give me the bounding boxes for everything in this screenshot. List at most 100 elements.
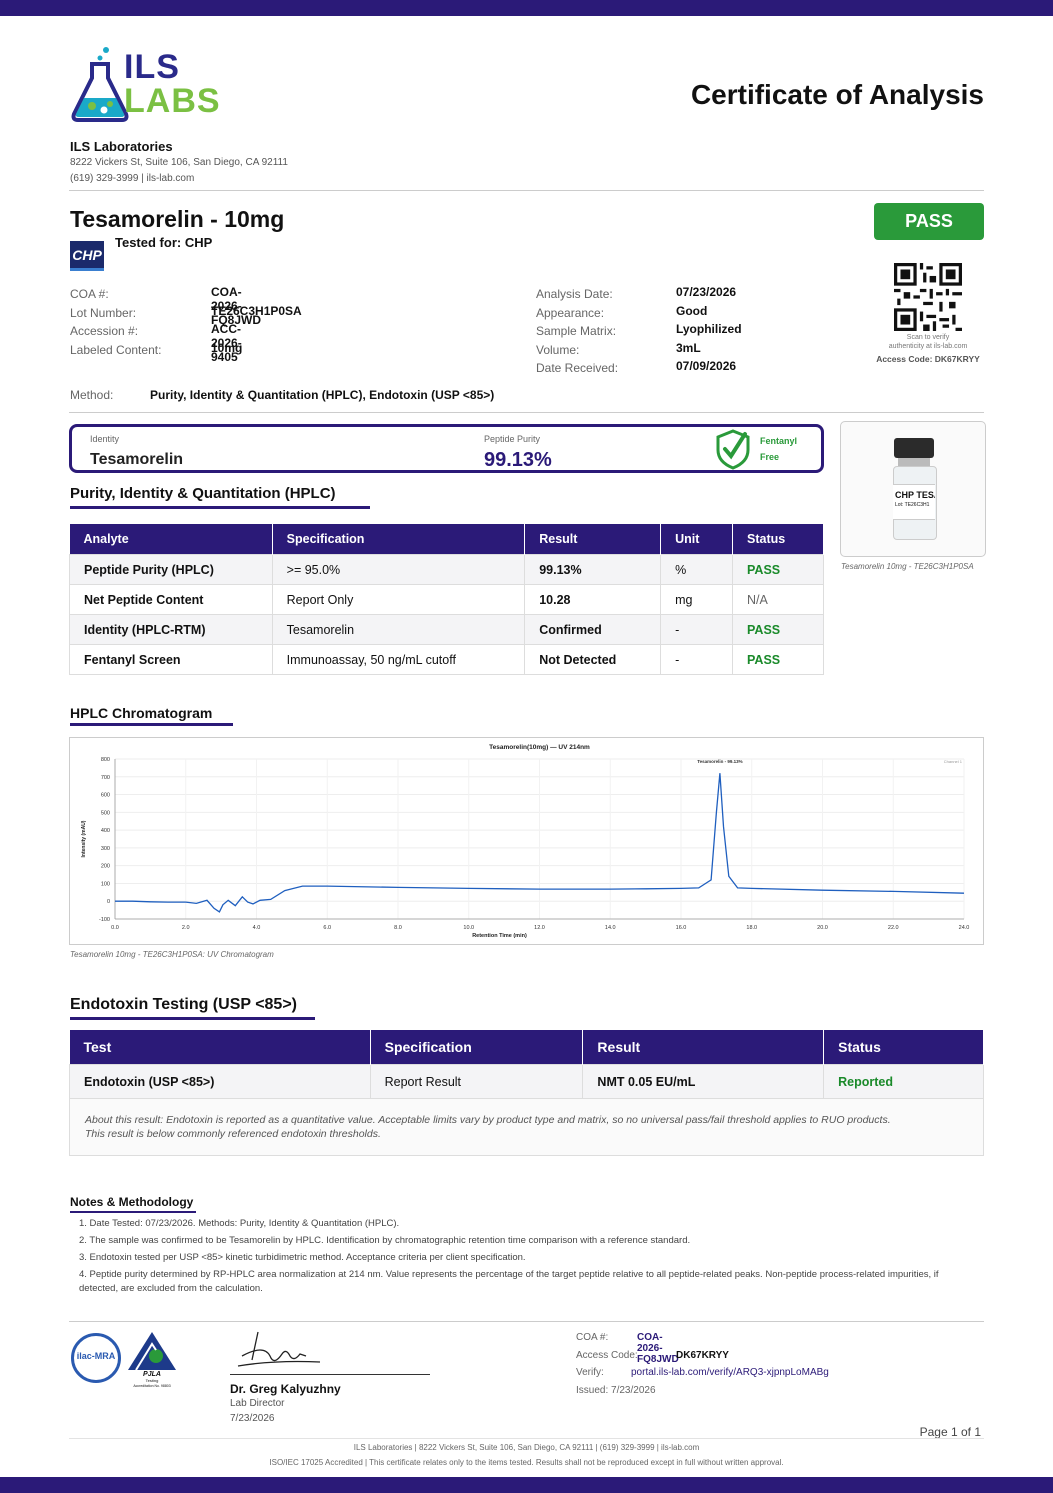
y-tick-label: 0 [107, 899, 110, 905]
x-tick-label: 24.0 [959, 925, 970, 931]
cell-status: N/A [732, 584, 824, 615]
legend-label: Channel 1 [944, 759, 963, 764]
fentanyl-label-2: Free [760, 452, 780, 462]
status-badge: PASS [874, 203, 984, 240]
fentanyl-label-1: Fentanyl [760, 436, 798, 446]
ilac-text: ilac-MRA [76, 1351, 116, 1361]
x-tick-label: 6.0 [323, 925, 331, 931]
qr-caption-2: authenticity at ils-lab.com [888, 343, 968, 350]
note-item: detected, are excluded from the calculat… [79, 1283, 263, 1294]
verify-url-label: Verify: [576, 1367, 604, 1378]
cell-status: PASS [732, 644, 824, 675]
chromatogram-underline [70, 723, 233, 726]
chart-title: Tesamorelin(10mg) — UV 214nm [489, 744, 590, 751]
x-tick-label: 14.0 [605, 925, 616, 931]
cell-unit: - [660, 614, 734, 645]
signer-role: Lab Director [230, 1398, 285, 1409]
cell-analyte: Identity (HPLC-RTM) [69, 614, 273, 645]
field-label: Labeled Content: [70, 342, 162, 357]
y-tick-label: 500 [101, 810, 110, 816]
x-tick-label: 20.0 [817, 925, 828, 931]
col-header: Test [69, 1030, 371, 1065]
x-tick-label: 22.0 [888, 925, 899, 931]
endotoxin-table: Test Specification Result Status Endotox… [69, 1030, 984, 1099]
verify-access-value: DK67KRYY [676, 1349, 729, 1361]
header-divider [69, 190, 984, 191]
x-tick-label: 16.0 [676, 925, 687, 931]
field-label: COA #: [70, 287, 109, 301]
field-value: 3mL [676, 340, 701, 355]
verify-issued: Issued: 7/23/2026 [576, 1384, 656, 1396]
y-tick-label: -100 [99, 917, 110, 923]
notes-underline [70, 1211, 196, 1213]
client-logo: CHP [70, 241, 104, 271]
lab-name: ILS Laboratories [70, 139, 173, 154]
footer-line-1: ILS Laboratories | 8222 Vickers St, Suit… [353, 1443, 700, 1452]
method-label: Method: [70, 388, 114, 402]
y-tick-label: 100 [101, 881, 110, 887]
page-number: Page 1 of 1 [919, 1425, 981, 1439]
summary-box: Identity Tesamorelin Peptide Purity 99.1… [69, 424, 824, 473]
field-label: Analysis Date: [536, 287, 613, 301]
y-tick-label: 700 [101, 775, 110, 781]
endotoxin-note-1: About this result: Endotoxin is reported… [85, 1114, 891, 1126]
table-row: Endotoxin (USP <85>) Report Result NMT 0… [69, 1064, 984, 1099]
table-row: Fentanyl Screen Immunoassay, 50 ng/mL cu… [69, 644, 824, 675]
field-label: Volume: [536, 342, 580, 357]
document-title: Certificate of Analysis [690, 79, 984, 110]
notes-divider [69, 1321, 984, 1322]
field-value: 07/23/2026 [676, 285, 737, 299]
qr-caption-1: Scan to verify [906, 334, 950, 341]
pjla-logo: PJLA Testing Accreditation No. 98803 [126, 1330, 178, 1390]
field-value: 10mg [211, 340, 243, 355]
hplc-section-title: Purity, Identity & Quantitation (HPLC) [70, 485, 336, 502]
cell-status: PASS [732, 614, 824, 645]
cell-result: Confirmed [524, 614, 662, 645]
vial-label-1: CHP TESA [895, 490, 935, 500]
endotoxin-section-underline [70, 1017, 315, 1020]
vial-photo: CHP TESA Lot: TE26C3H1 [840, 421, 986, 557]
y-axis-label: Intensity (mAU) [81, 820, 87, 857]
verify-block: COA #: COA-2026-FQ8JWD Access Code: DK67KR… [576, 1332, 829, 1402]
pjla-text: PJLA [143, 1371, 161, 1378]
chromatogram-title: HPLC Chromatogram [70, 705, 213, 721]
field-label: Sample Matrix: [536, 324, 617, 338]
cell-spec: Immunoassay, 50 ng/mL cutoff [271, 644, 526, 675]
peak-label: Tesamorelin - 99.13% [697, 759, 742, 764]
field-value: Lyophilized [676, 322, 742, 336]
x-axis-label: Retention Time (min) [472, 933, 527, 939]
cell-status: PASS [732, 554, 824, 585]
signer-name: Dr. Greg Kalyuzhny [230, 1382, 341, 1396]
cell-result: 99.13% [524, 554, 662, 585]
qr-access-code: Access Code: DK67KRYY [876, 354, 980, 364]
hplc-section-underline [70, 506, 370, 509]
field-label: Lot Number: [70, 305, 137, 320]
fields-left: COA #: COA-2026-FQ8JWD Lot Number: TE26C3H… [70, 285, 302, 364]
flask-icon [71, 47, 129, 122]
client-logo-text: CHP [72, 247, 102, 263]
cell-spec: Report Result [369, 1064, 584, 1099]
signature-image [237, 1331, 321, 1367]
verify-url-link[interactable]: portal.ils-lab.com/verify/ARQ3-xjpnpLoMA… [631, 1367, 829, 1378]
cell-analyte: Peptide Purity (HPLC) [69, 554, 273, 585]
cell-spec: Tesamorelin [271, 614, 526, 645]
cell-analyte: Fentanyl Screen [69, 644, 273, 675]
method-divider [69, 412, 984, 413]
endotoxin-section-title: Endotoxin Testing (USP <85>) [70, 996, 297, 1013]
x-tick-label: 0.0 [111, 925, 119, 931]
pjla-number: Accreditation No. 98803 [133, 1384, 171, 1388]
x-tick-label: 12.0 [534, 925, 545, 931]
identity-value: Tesamorelin [90, 451, 184, 468]
purity-label: Peptide Purity [484, 434, 541, 444]
field-label: Date Received: [536, 361, 619, 375]
signer-date: 7/23/2026 [230, 1413, 275, 1424]
verify-access-label: Access Code: [576, 1349, 638, 1361]
hplc-results-table: Analyte Specification Result Unit Status… [69, 524, 824, 675]
identity-label: Identity [90, 434, 120, 444]
x-tick-label: 2.0 [182, 925, 190, 931]
cell-spec: Report Only [271, 584, 526, 615]
field-label: Accession #: [70, 324, 139, 338]
x-tick-label: 10.0 [463, 925, 474, 931]
y-tick-label: 600 [101, 793, 110, 799]
field-label: Appearance: [536, 305, 605, 320]
